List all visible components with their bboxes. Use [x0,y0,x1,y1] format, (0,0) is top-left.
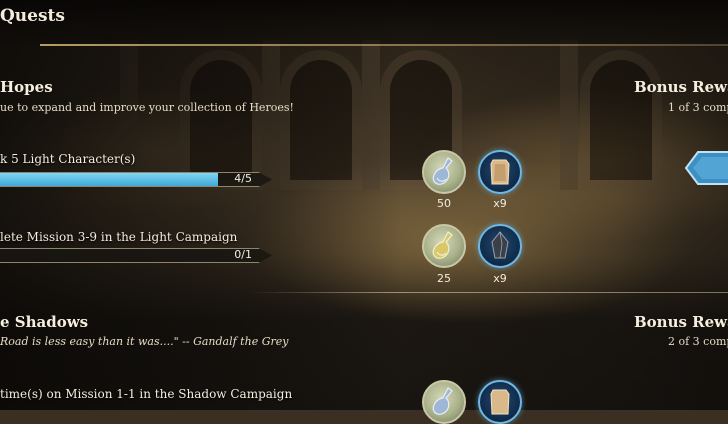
reward-amount: x9 [493,272,507,285]
quest-section-title: e Shadows [0,313,89,331]
quest-section-title: Hopes [0,78,53,96]
quest-progress-text: 0/1 [234,248,252,261]
claim-reward-button[interactable] [684,150,728,186]
reward-amount: 50 [437,197,451,210]
dark-crystal-icon[interactable] [478,224,522,268]
reward-amount: x9 [493,197,507,210]
quest-progress-bar: 0/1 [0,248,272,263]
bonus-rewards-title: Bonus Rewa [634,78,728,96]
bonus-rewards-progress: 2 of 3 comp [668,335,728,348]
crystal-card-icon[interactable] [478,380,522,424]
quest-task-label: k 5 Light Character(s) [0,152,136,166]
quest-progress-fill [0,173,218,186]
quest-header-bar: Quests [0,0,728,44]
quest-progress-text: 4/5 [234,172,252,185]
quest-task-label: lete Mission 3-9 in the Light Campaign [0,230,238,244]
quest-section-description: ue to expand and improve your collection… [0,101,294,114]
section-divider [250,292,728,293]
potion-icon[interactable] [422,150,466,194]
potion-icon[interactable] [422,224,466,268]
quest-progress-bar: 4/5 [0,172,272,187]
crystal-card-icon[interactable] [478,150,522,194]
quest-task-label: time(s) on Mission 1-1 in the Shadow Cam… [0,387,293,401]
quest-section-description: Road is less easy than it was...." -- Ga… [0,335,289,348]
bonus-rewards-title: Bonus Rewa [634,313,728,331]
background-scene [0,0,728,410]
header-divider [40,44,728,46]
bonus-rewards-progress: 1 of 3 comp [668,101,728,114]
reward-amount: 25 [437,272,451,285]
page-title: Quests [0,6,65,26]
potion-icon[interactable] [422,380,466,424]
